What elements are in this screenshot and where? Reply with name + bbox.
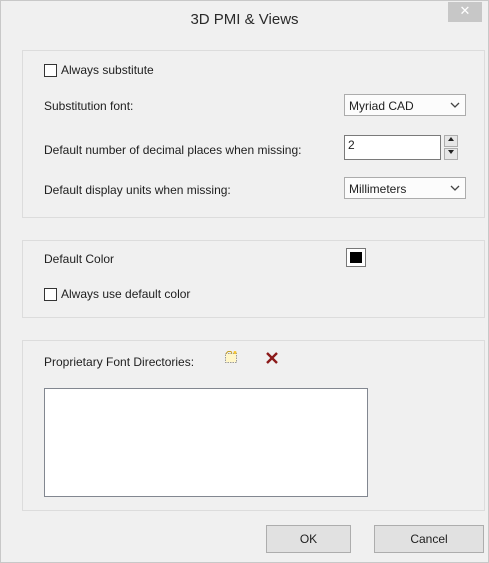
delete-x-icon[interactable]	[265, 351, 279, 365]
decimal-down-button[interactable]	[444, 148, 458, 160]
default-color-swatch[interactable]	[346, 248, 366, 267]
display-units-label: Default display units when missing:	[44, 183, 231, 197]
arrow-down-icon	[448, 150, 454, 154]
default-color-label: Default Color	[44, 252, 115, 266]
decimal-places-label: Default number of decimal places when mi…	[44, 143, 302, 157]
substitution-font-label: Substitution font:	[44, 99, 134, 113]
close-button[interactable]: ✕	[448, 2, 482, 22]
decimal-up-button[interactable]	[444, 135, 458, 147]
dialog-window: 3D PMI & Views ✕ Always substitute Subst…	[0, 0, 489, 563]
display-units-select[interactable]: Millimeters	[344, 177, 466, 199]
always-substitute-label: Always substitute	[61, 63, 154, 77]
font-directories-list[interactable]	[44, 388, 368, 497]
chevron-down-icon	[450, 185, 460, 191]
font-directories-label: Proprietary Font Directories:	[44, 355, 195, 369]
dialog-title: 3D PMI & Views	[190, 11, 299, 28]
decimal-places-value: 2	[348, 138, 355, 152]
title-bar: 3D PMI & Views ✕	[1, 1, 488, 38]
new-folder-icon[interactable]	[223, 349, 239, 365]
arrow-up-icon	[448, 137, 454, 141]
decimal-places-input[interactable]: 2	[344, 135, 441, 160]
always-use-default-color-label: Always use default color	[61, 287, 191, 301]
always-substitute-checkbox[interactable]	[44, 64, 57, 77]
display-units-value: Millimeters	[349, 182, 407, 196]
cancel-button[interactable]: Cancel	[374, 525, 484, 553]
substitution-font-value: Myriad CAD	[349, 99, 414, 113]
substitution-font-select[interactable]: Myriad CAD	[344, 94, 466, 116]
color-fill	[350, 252, 362, 263]
chevron-down-icon	[450, 102, 460, 108]
ok-button[interactable]: OK	[266, 525, 351, 553]
always-use-default-color-checkbox[interactable]	[44, 288, 57, 301]
